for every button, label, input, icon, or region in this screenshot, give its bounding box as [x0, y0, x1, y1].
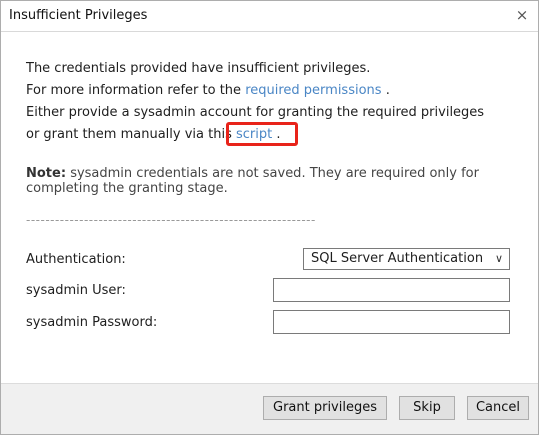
authentication-select[interactable]: SQL Server Authentication ∨	[303, 248, 510, 270]
grant-privileges-button[interactable]: Grant privileges	[263, 396, 387, 420]
dialog-footer: Grant privileges Skip Cancel	[1, 383, 538, 434]
message-line-4-prefix: or grant them manually via this	[26, 127, 232, 142]
note-text: Note: sysadmin credentials are not saved…	[26, 166, 496, 196]
required-permissions-link[interactable]: required permissions	[245, 83, 381, 98]
authentication-selected-value: SQL Server Authentication	[311, 251, 484, 266]
script-link-highlight	[226, 122, 298, 146]
chevron-down-icon: ∨	[494, 252, 503, 265]
message-line-2-suffix: .	[385, 83, 390, 98]
sysadmin-user-label: sysadmin User:	[26, 283, 126, 298]
skip-button[interactable]: Skip	[399, 396, 455, 420]
message-line-2: For more information refer to the requir…	[26, 83, 390, 98]
title-bar: Insufficient Privileges ×	[1, 1, 538, 32]
sysadmin-password-input[interactable]	[273, 310, 510, 334]
dialog-title: Insufficient Privileges	[9, 8, 148, 23]
message-line-2-prefix: For more information refer to the	[26, 83, 242, 98]
separator-line: ----------------------------------------…	[26, 213, 316, 227]
sysadmin-user-input[interactable]	[273, 278, 510, 302]
message-line-1: The credentials provided have insufficie…	[26, 61, 371, 76]
close-icon[interactable]: ×	[512, 5, 532, 25]
sysadmin-password-label: sysadmin Password:	[26, 315, 158, 330]
message-line-3: Either provide a sysadmin account for gr…	[26, 105, 485, 120]
note-body: sysadmin credentials are not saved. They…	[26, 166, 479, 196]
note-label: Note:	[26, 166, 67, 181]
authentication-label: Authentication:	[26, 252, 126, 267]
cancel-button[interactable]: Cancel	[467, 396, 529, 420]
insufficient-privileges-dialog: Insufficient Privileges × The credential…	[0, 0, 539, 435]
